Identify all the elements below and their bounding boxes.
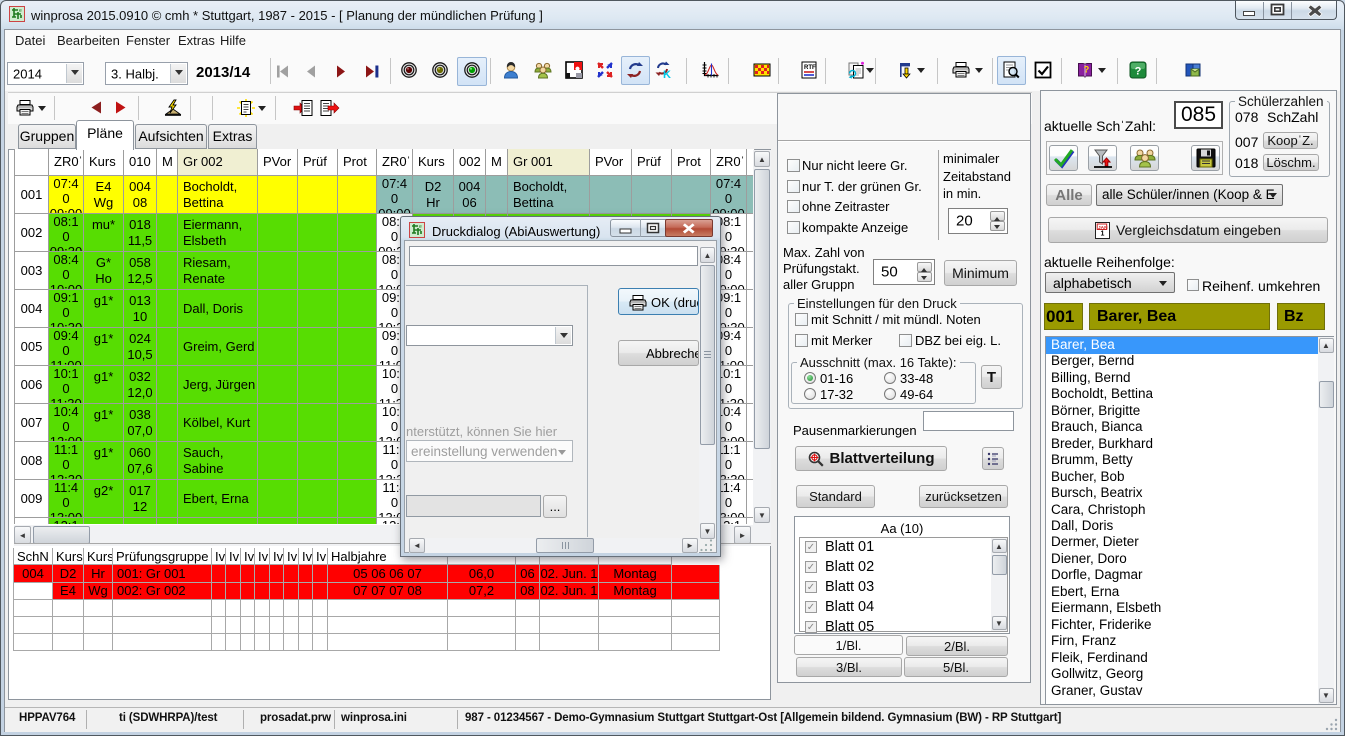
svg-text:e: e	[419, 224, 422, 230]
svg-text:1: 1	[1100, 230, 1104, 237]
